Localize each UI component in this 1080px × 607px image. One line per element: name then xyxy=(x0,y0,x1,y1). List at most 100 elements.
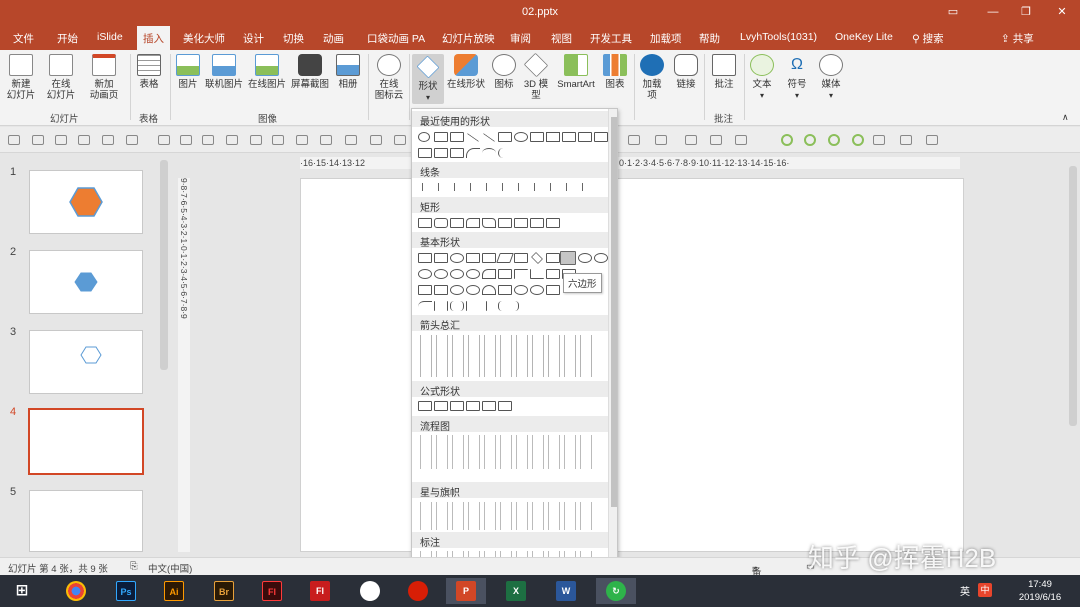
down-arrow-icon[interactable] xyxy=(418,148,432,158)
taskbar-word[interactable]: W xyxy=(546,578,586,604)
toolbar-icon[interactable] xyxy=(226,135,238,145)
editor-scrollbar[interactable] xyxy=(1068,156,1078,554)
hexagon-shape-icon[interactable] xyxy=(418,132,430,142)
toolbar-icon[interactable] xyxy=(655,135,667,145)
toolbar-icon[interactable] xyxy=(158,135,170,145)
tray-ime-badge[interactable]: 中 xyxy=(978,583,992,597)
oval-icon[interactable] xyxy=(450,253,464,263)
not-equal-icon[interactable] xyxy=(498,401,512,411)
tray-language[interactable]: 英 xyxy=(960,583,970,598)
toolbar-icon[interactable] xyxy=(78,135,90,145)
minimize-button[interactable]: — xyxy=(985,4,1001,20)
parallelogram-icon[interactable] xyxy=(496,253,514,263)
toolbar-icon[interactable] xyxy=(32,135,44,145)
rounded-rectangle-icon[interactable] xyxy=(530,132,544,142)
taskbar-powerpoint[interactable]: P xyxy=(446,578,486,604)
taskbar-illustrator[interactable]: Ai xyxy=(154,578,194,604)
rectangle-icon[interactable] xyxy=(418,218,432,228)
freeform-icon[interactable] xyxy=(450,148,464,158)
brace-icon[interactable] xyxy=(498,148,504,158)
curve-icon[interactable] xyxy=(482,148,496,158)
slide-thumbnail-5[interactable] xyxy=(29,490,143,552)
tab-beautify[interactable]: 美化大师 xyxy=(183,31,225,46)
folded-corner-icon[interactable] xyxy=(498,285,512,295)
tab-help[interactable]: 帮助 xyxy=(699,31,720,46)
smiley-face-icon[interactable] xyxy=(514,285,528,295)
circle-icon[interactable] xyxy=(852,134,864,146)
taskbar-photoshop[interactable]: Ps xyxy=(106,578,146,604)
toolbar-icon[interactable] xyxy=(394,135,406,145)
arrow-line-icon[interactable] xyxy=(482,133,496,142)
double-bracket-icon[interactable] xyxy=(434,301,448,311)
shapes-button[interactable]: 形状 ▾ xyxy=(412,54,444,104)
spellcheck-icon[interactable]: ⎘ xyxy=(130,561,138,572)
can-icon[interactable] xyxy=(434,285,448,295)
flowchart-shapes-icon[interactable] xyxy=(418,435,594,469)
rectangle-variant-icon[interactable] xyxy=(546,218,560,228)
tab-addins[interactable]: 加载项 xyxy=(650,31,682,46)
online-slide-button[interactable]: 在线 幻灯片 xyxy=(44,54,78,101)
lightning-bolt-icon[interactable] xyxy=(546,285,560,295)
toolbar-icon[interactable] xyxy=(202,135,214,145)
toolbar-icon[interactable] xyxy=(102,135,114,145)
arc-icon[interactable] xyxy=(418,301,432,311)
diamond-icon[interactable] xyxy=(531,252,543,264)
link-button[interactable]: 链接 xyxy=(672,54,700,90)
tab-lvyhtools[interactable]: LvyhTools(1031) xyxy=(740,31,817,43)
comment-button[interactable]: 批注 xyxy=(708,54,740,90)
taskbar-excel[interactable]: X xyxy=(496,578,536,604)
share-button[interactable]: ⇪ 共享 xyxy=(1001,31,1034,46)
taskbar-flash[interactable]: Fl xyxy=(252,578,292,604)
heptagon-icon[interactable] xyxy=(578,253,592,263)
snip-round-rectangle-icon[interactable] xyxy=(466,218,480,228)
snip-rectangle-icon[interactable] xyxy=(450,218,464,228)
online-picture-button[interactable]: 联机图片 xyxy=(204,54,244,90)
multiply-icon[interactable] xyxy=(450,401,464,411)
toolbar-icon[interactable] xyxy=(296,135,308,145)
rectangle-icon[interactable] xyxy=(498,132,512,142)
triangle-icon[interactable] xyxy=(546,132,560,142)
dodecagon-icon[interactable] xyxy=(434,269,448,279)
new-slide-button[interactable]: 新建 幻灯片 xyxy=(4,54,38,101)
toolbar-icon[interactable] xyxy=(370,135,382,145)
taskbar-bridge[interactable]: Br xyxy=(204,578,244,604)
circle-icon[interactable] xyxy=(828,134,840,146)
ribbon-display-options-icon[interactable]: ▭ xyxy=(945,4,961,20)
tab-design[interactable]: 设计 xyxy=(243,31,264,46)
tab-transitions[interactable]: 切换 xyxy=(283,31,304,46)
equal-icon[interactable] xyxy=(482,401,496,411)
elbow-arrow-icon[interactable] xyxy=(578,132,592,142)
vertical-textbox-icon[interactable] xyxy=(450,132,464,142)
plaque-icon[interactable] xyxy=(418,285,432,295)
toolbar-icon[interactable] xyxy=(873,135,885,145)
toolbar-icon[interactable] xyxy=(710,135,722,145)
taskbar-chrome[interactable] xyxy=(56,578,96,604)
right-brace-icon[interactable] xyxy=(514,301,519,311)
online-icon-cloud-button[interactable]: 在线 图标云 xyxy=(372,54,406,101)
half-frame-icon[interactable] xyxy=(514,269,528,279)
gallery-scrollbar[interactable] xyxy=(608,109,617,565)
minus-icon[interactable] xyxy=(434,401,448,411)
symbol-button[interactable]: Ω 符号 ▾ xyxy=(783,54,811,101)
toolbar-icon[interactable] xyxy=(685,135,697,145)
circle-icon[interactable] xyxy=(804,134,816,146)
tab-file[interactable]: 文件 xyxy=(13,31,34,46)
toolbar-icon[interactable] xyxy=(900,135,912,145)
toolbar-icon[interactable] xyxy=(126,135,138,145)
toolbar-icon[interactable] xyxy=(55,135,67,145)
decagon-icon[interactable] xyxy=(418,269,432,279)
chart-button[interactable]: 图表 xyxy=(601,54,629,90)
arrow-shapes-icon[interactable] xyxy=(418,335,594,377)
tab-review[interactable]: 审阅 xyxy=(510,31,531,46)
octagon-icon[interactable] xyxy=(594,253,608,263)
slide-thumbnail-1[interactable] xyxy=(29,170,143,234)
taskbar-app[interactable]: ↻ xyxy=(596,578,636,604)
slide-thumbnail-3[interactable] xyxy=(29,330,143,394)
hexagon-icon[interactable] xyxy=(560,251,576,265)
media-button[interactable]: 媒体 ▾ xyxy=(817,54,845,101)
triangle-icon[interactable] xyxy=(466,253,480,263)
tab-pocket-animation[interactable]: 口袋动画 PA xyxy=(367,31,425,46)
tab-insert[interactable]: 插入 xyxy=(137,26,170,50)
star-banner-shapes-icon[interactable] xyxy=(418,502,594,530)
addins-button[interactable]: 加载 项 xyxy=(638,54,666,101)
